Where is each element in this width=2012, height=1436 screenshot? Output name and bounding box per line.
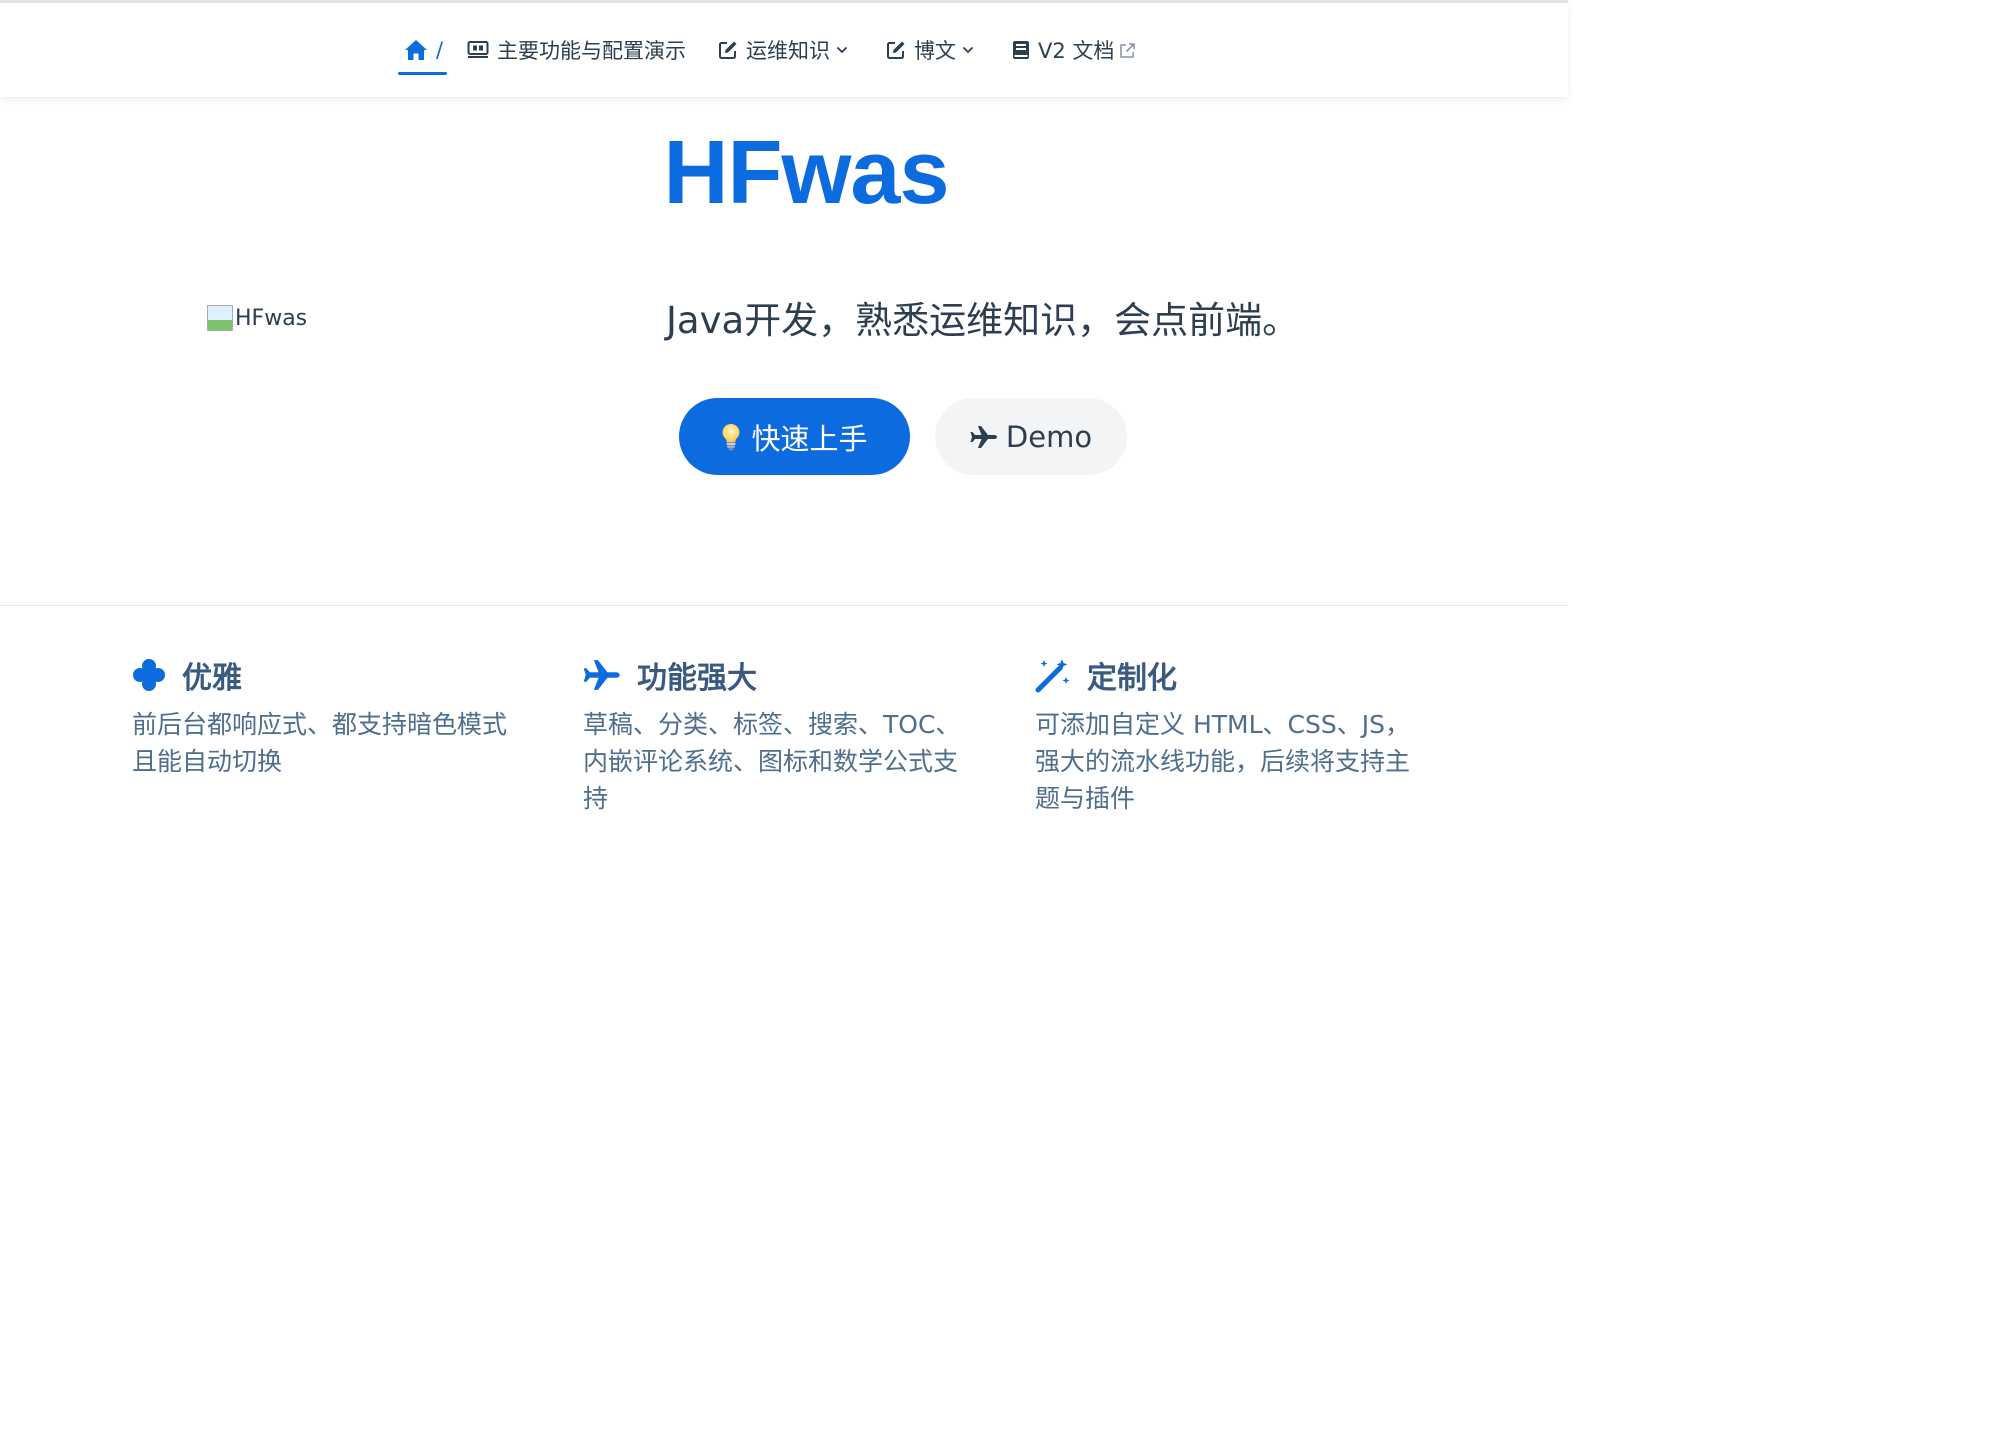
chevron-down-icon [962,46,974,54]
navbar: / 主要功能与配置演示 运维知识 博文 V2 文档 [0,3,1568,97]
airplane-icon [970,425,997,448]
nav-item-label: 主要功能与配置演示 [497,39,686,63]
slides-icon [467,41,489,58]
nav-home-label: / [436,38,444,62]
get-started-label: 快速上手 [751,421,868,456]
nav-item-features-demo[interactable]: 主要功能与配置演示 [467,3,686,97]
external-link-icon [1120,42,1136,58]
feature-title: 优雅 [182,661,242,696]
clover-icon [133,659,165,691]
demo-button[interactable]: Demo [935,398,1127,475]
feature-title: 定制化 [1087,661,1177,696]
hero-image-alt: HFwas [235,305,308,331]
section-divider [0,605,1568,606]
hero-tagline: Java开发，熟悉运维知识，会点前端。 [666,299,1300,342]
feature-card-powerful: 功能强大 草稿、分类、标签、搜索、TOC、内嵌评论系统、图标和数学公式支持 [583,652,963,817]
magic-wand-icon [1035,659,1070,693]
feature-description: 可添加自定义 HTML、CSS、JS，强大的流水线功能，后续将支持主题与插件 [1035,710,1411,813]
feature-title: 功能强大 [637,661,757,696]
nav-home[interactable]: / [404,3,443,97]
edit-icon [719,41,737,59]
nav-item-v2-docs[interactable]: V2 文档 [1012,3,1136,97]
nav-item-blog[interactable]: 博文 [886,3,974,97]
home-icon [405,40,427,60]
chevron-down-icon [836,46,848,54]
demo-label: Demo [1005,419,1093,454]
edit-icon [887,41,905,59]
hero-image: HFwas [207,305,307,331]
nav-item-ops[interactable]: 运维知识 [718,3,848,97]
book-icon [1013,41,1029,59]
hero-title: HFwas [663,123,949,223]
nav-item-label: 运维知识 [746,39,830,63]
airplane-icon [583,660,620,690]
feature-card-elegant: 优雅 前后台都响应式、都支持暗色模式且能自动切换 [132,652,512,780]
feature-description: 草稿、分类、标签、搜索、TOC、内嵌评论系统、图标和数学公式支持 [583,710,961,813]
active-indicator [398,72,447,75]
nav-item-label: V2 文档 [1038,39,1115,63]
lightbulb-icon [722,423,740,450]
feature-card-customizable: 定制化 可添加自定义 HTML、CSS、JS，强大的流水线功能，后续将支持主题与… [1035,652,1425,817]
feature-description: 前后台都响应式、都支持暗色模式且能自动切换 [132,710,508,776]
get-started-button[interactable]: 快速上手 [679,398,910,475]
broken-image-icon [207,305,233,331]
nav-item-label: 博文 [914,39,956,63]
